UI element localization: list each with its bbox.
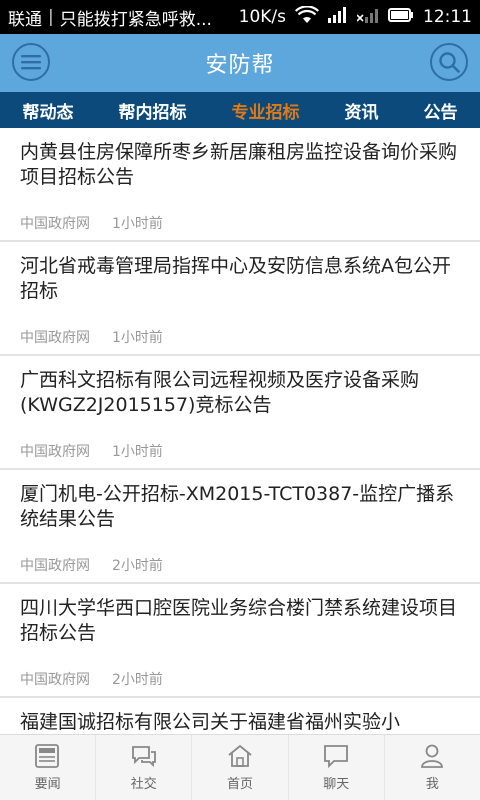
article-title: 厦门机电-公开招标-XM2015-TCT0387-监控广播系统结果公告: [20, 483, 455, 530]
menu-button[interactable]: [12, 43, 50, 81]
list-item[interactable]: 厦门机电-公开招标-XM2015-TCT0387-监控广播系统结果公告 中国政府…: [0, 470, 480, 584]
list-item[interactable]: 河北省戒毒管理局指挥中心及安防信息系统A包公开招标 中国政府网 1小时前: [0, 242, 480, 356]
tab-news[interactable]: 资讯: [322, 98, 401, 123]
search-button[interactable]: [430, 43, 468, 81]
article-title: 四川大学华西口腔医院业务综合楼门禁系统建设项目招标公告: [20, 597, 458, 644]
nav-chat-label: 聊天: [323, 777, 350, 792]
article-source: 中国政府网: [20, 216, 90, 232]
list-item[interactable]: 内黄县住房保障所枣乡新居廉租房监控设备询价采购项目招标公告 中国政府网 1小时前: [0, 128, 480, 242]
article-time: 2小时前: [112, 558, 163, 574]
article-meta: 中国政府网 1小时前: [20, 441, 458, 461]
nav-news-label: 要闻: [34, 777, 61, 792]
chat-bubbles-icon: [131, 746, 156, 768]
network-speed: 10K/s: [238, 7, 286, 27]
article-source: 中国政府网: [20, 672, 90, 688]
list-item[interactable]: 四川大学华西口腔医院业务综合楼门禁系统建设项目招标公告 中国政府网 2小时前: [0, 584, 480, 698]
nav-home[interactable]: 首页: [192, 735, 289, 800]
status-separator: |: [48, 7, 54, 27]
no-signal-icon: [356, 7, 379, 28]
news-icon: [34, 744, 59, 768]
tab-announcements[interactable]: 公告: [401, 98, 480, 123]
article-title: 广西科文招标有限公司远程视频及医疗设备采购(KWGZ2J2015157)竞标公告: [20, 369, 420, 416]
tab-internal-bidding[interactable]: 帮内招标: [96, 98, 209, 123]
nav-me-label: 我: [425, 777, 439, 792]
article-source: 中国政府网: [20, 558, 90, 574]
status-left: 联通 | 只能拨打紧急呼救...: [8, 5, 239, 30]
network-notice: 只能拨打紧急呼救...: [59, 9, 212, 30]
nav-chat[interactable]: 聊天: [289, 735, 385, 800]
wifi-icon: [295, 4, 319, 29]
nav-social-label: 社交: [130, 777, 157, 792]
article-meta: 中国政府网 1小时前: [20, 213, 458, 233]
app-header: 安防帮: [0, 34, 480, 92]
nav-home-label: 首页: [227, 777, 254, 792]
category-tabs: 帮动态 帮内招标 专业招标 资讯 公告: [0, 92, 480, 128]
chat-icon: [324, 745, 349, 769]
article-time: 1小时前: [112, 444, 163, 460]
carrier-label: 联通: [8, 9, 42, 30]
nav-me[interactable]: 我: [385, 735, 480, 800]
status-right: 10K/s 12:11: [238, 4, 472, 29]
article-time: 1小时前: [112, 330, 163, 346]
article-title: 福建国诚招标有限公司关于福建省福州实验小: [20, 711, 401, 733]
signal-icon: [328, 6, 348, 28]
clock: 12:11: [423, 7, 472, 27]
article-time: 1小时前: [112, 216, 163, 232]
search-icon: [439, 52, 460, 73]
tab-professional-bidding[interactable]: 专业招标: [209, 98, 322, 123]
article-meta: 中国政府网 1小时前: [20, 327, 458, 347]
article-meta: 中国政府网 2小时前: [20, 555, 458, 575]
menu-icon: [21, 55, 41, 70]
page-title: 安防帮: [205, 53, 275, 78]
article-title: 内黄县住房保障所枣乡新居廉租房监控设备询价采购项目招标公告: [20, 141, 458, 188]
article-meta: 中国政府网 2小时前: [20, 669, 458, 689]
list-item[interactable]: 广西科文招标有限公司远程视频及医疗设备采购(KWGZ2J2015157)竞标公告…: [0, 356, 480, 470]
battery-icon: [388, 7, 414, 27]
home-icon: [228, 744, 252, 767]
status-bar: 联通 | 只能拨打紧急呼救... 10K/s 12:11: [0, 0, 480, 34]
user-icon: [421, 744, 444, 768]
article-source: 中国政府网: [20, 330, 90, 346]
article-title: 河北省戒毒管理局指挥中心及安防信息系统A包公开招标: [20, 255, 451, 302]
article-time: 2小时前: [112, 672, 163, 688]
article-list: 内黄县住房保障所枣乡新居廉租房监控设备询价采购项目招标公告 中国政府网 1小时前…: [0, 128, 480, 734]
tab-dynamics[interactable]: 帮动态: [0, 98, 96, 123]
nav-news[interactable]: 要闻: [0, 735, 97, 800]
bottom-nav: 要闻 社交 首页 聊天 我: [0, 734, 480, 800]
list-item[interactable]: 福建国诚招标有限公司关于福建省福州实验小: [0, 698, 480, 734]
nav-social[interactable]: 社交: [96, 735, 193, 800]
article-source: 中国政府网: [20, 444, 90, 460]
